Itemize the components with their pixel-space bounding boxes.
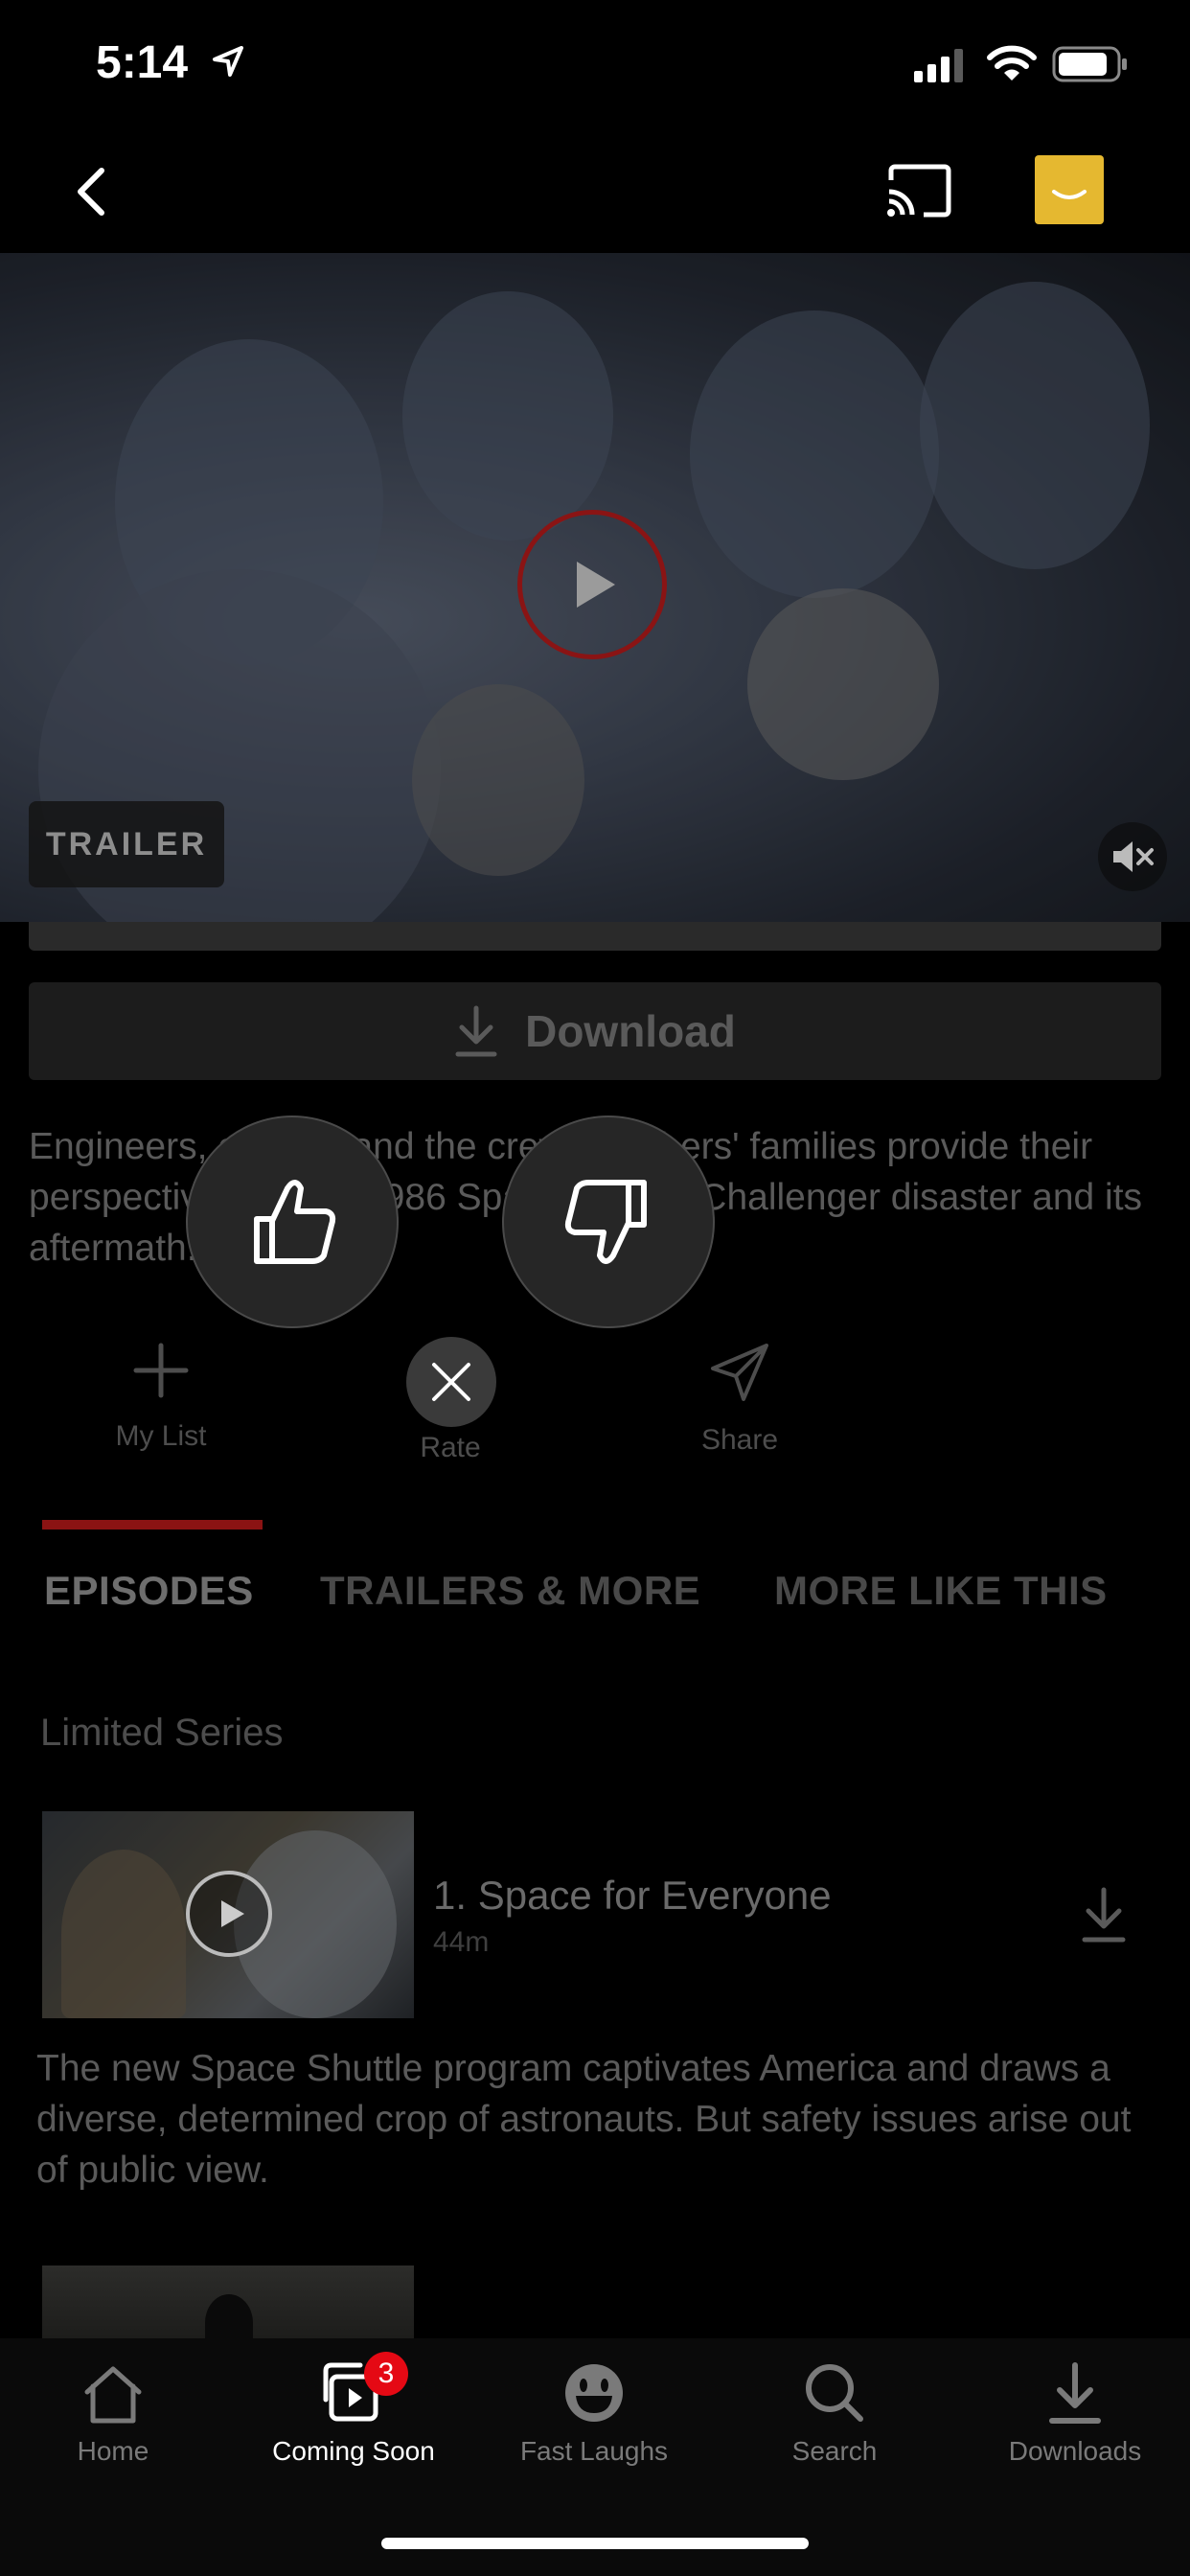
episode-play-button[interactable] (186, 1871, 272, 1957)
close-icon (432, 1363, 470, 1401)
speaker-muted-icon (1113, 841, 1154, 872)
rate-label: Rate (420, 1432, 481, 1463)
season-label: Limited Series (40, 1712, 284, 1754)
smiley-face-icon (1052, 190, 1087, 199)
thumbs-up-button[interactable] (186, 1116, 399, 1328)
thumbs-down-button[interactable] (502, 1116, 715, 1328)
download-label: Download (525, 1006, 736, 1056)
episode-title[interactable]: 1. Space for Everyone (433, 1873, 832, 1919)
active-tab-indicator (42, 1520, 263, 1530)
episode-duration: 44m (433, 1926, 490, 1958)
mute-button[interactable] (1098, 822, 1167, 891)
search-icon (806, 2364, 863, 2422)
download-icon (455, 1005, 497, 1057)
nav-search-label: Search (791, 2436, 878, 2466)
play-icon (577, 562, 615, 608)
episode-thumbnail-next[interactable] (42, 2266, 414, 2342)
episode-description: The new Space Shuttle program captivates… (36, 2048, 1132, 2191)
cast-icon[interactable] (885, 163, 954, 218)
home-indicator[interactable] (381, 2538, 809, 2549)
my-list-action[interactable]: My List (65, 1342, 257, 1453)
coming-soon-badge: 3 (364, 2352, 408, 2396)
wifi-icon (987, 45, 1037, 80)
location-arrow-icon (213, 46, 243, 77)
profile-avatar[interactable] (1035, 155, 1104, 224)
my-list-label: My List (115, 1420, 207, 1452)
tab-episodes[interactable]: EPISODES (44, 1568, 254, 1614)
close-rating-button[interactable] (406, 1337, 496, 1427)
nav-home[interactable]: Home (3, 2354, 223, 2467)
nav-downloads-label: Downloads (1008, 2436, 1142, 2466)
trailer-badge: TRAILER (29, 801, 224, 887)
share-paper-plane-icon (711, 1344, 768, 1401)
episode-download-icon[interactable] (1079, 1886, 1129, 1944)
downloads-icon (1049, 2362, 1101, 2424)
episode-thumbnail[interactable] (42, 1811, 414, 2018)
thumbs-up-icon (254, 1180, 336, 1264)
back-chevron-icon[interactable] (73, 167, 111, 217)
nav-coming-soon-label: Coming Soon (272, 2436, 435, 2466)
tab-trailers-and-more[interactable]: TRAILERS & MORE (320, 1568, 700, 1614)
nav-downloads[interactable]: Downloads (965, 2354, 1185, 2467)
nav-fast-laughs[interactable]: Fast Laughs (484, 2354, 704, 2467)
home-icon (84, 2366, 142, 2424)
cellular-signal-icon (914, 49, 963, 82)
tab-more-like-this[interactable]: MORE LIKE THIS (774, 1568, 1108, 1614)
fast-laughs-icon (565, 2364, 623, 2422)
status-time: 5:14 (96, 37, 189, 88)
trailer-play-button[interactable] (517, 510, 667, 659)
thumbs-down-icon (564, 1180, 647, 1264)
rate-action[interactable]: Rate (355, 1432, 546, 1464)
play-icon (221, 1900, 244, 1927)
share-action[interactable]: Share (644, 1342, 835, 1457)
nav-home-label: Home (77, 2436, 149, 2466)
plus-icon (133, 1343, 189, 1398)
nav-coming-soon[interactable]: 3 Coming Soon (243, 2352, 464, 2467)
battery-icon (1052, 46, 1127, 82)
share-label: Share (700, 1424, 779, 1456)
download-button[interactable]: Download (29, 982, 1161, 1080)
play-button-remnant[interactable] (29, 922, 1161, 951)
nav-search[interactable]: Search (724, 2354, 945, 2467)
nav-fast-laughs-label: Fast Laughs (519, 2436, 669, 2466)
